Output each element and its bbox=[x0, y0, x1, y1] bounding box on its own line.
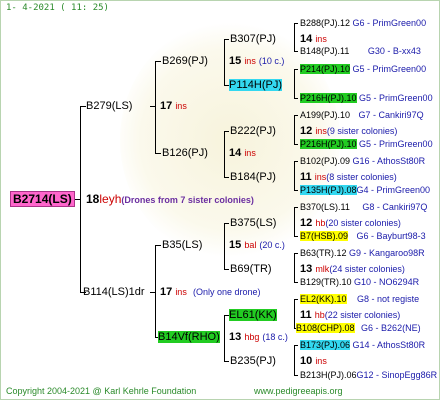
connector bbox=[224, 39, 225, 85]
grandparent-2-mating: 14 ins bbox=[229, 147, 256, 159]
connector bbox=[224, 131, 225, 177]
great-grandparent-7-mating: 11 hb(22 sister colonies) bbox=[300, 309, 401, 321]
connector bbox=[294, 345, 295, 375]
connector bbox=[294, 98, 298, 99]
connector bbox=[155, 245, 161, 246]
parent-1-mating: 17 ins bbox=[160, 100, 187, 112]
great-grandparent-1-mating: 14 ins bbox=[300, 33, 327, 45]
ancestor-row[interactable]: B63(TR).12 G9 - Kangaroo98R bbox=[300, 247, 425, 259]
ancestor-row[interactable]: P214(PJ).10 G5 - PrimGreen00 bbox=[300, 63, 426, 75]
connector bbox=[294, 207, 298, 208]
great-grandparent-2[interactable]: P114H(PJ) bbox=[229, 79, 282, 91]
great-grandparent-8-mating: 10 ins bbox=[300, 355, 327, 367]
connector bbox=[294, 299, 295, 328]
connector bbox=[150, 292, 155, 293]
connector bbox=[294, 69, 295, 98]
ancestor-row[interactable]: P216H(PJ).10 G5 - PrimGreen00 bbox=[300, 138, 433, 150]
great-grandparent-6-mating: 13 mlk(24 sister colonies) bbox=[300, 263, 405, 275]
root-mating: 18leyh(Drones from 7 sister colonies) bbox=[86, 192, 254, 206]
connector bbox=[294, 282, 298, 283]
grandparent-4[interactable]: B14Vf(RHO) bbox=[158, 331, 220, 343]
ancestor-row[interactable]: B7(HSB).09 G6 - Bayburt98-3 bbox=[300, 230, 426, 242]
great-grandparent-3-mating: 12 ins(9 sister colonies) bbox=[300, 125, 398, 137]
ancestor-row[interactable]: B213H(PJ).06G12 - SinopEgg86R bbox=[300, 369, 437, 381]
connector bbox=[294, 115, 295, 144]
connector bbox=[294, 253, 295, 282]
great-grandparent-4[interactable]: B184(PJ) bbox=[230, 171, 276, 183]
connector bbox=[155, 61, 161, 62]
parent-queen-2[interactable]: B114(LS)1dr bbox=[83, 286, 145, 298]
connector bbox=[294, 375, 298, 376]
connector bbox=[224, 223, 229, 224]
grandparent-2[interactable]: B126(PJ) bbox=[162, 147, 208, 159]
great-grandparent-3[interactable]: B222(PJ) bbox=[230, 125, 276, 137]
connector bbox=[155, 153, 161, 154]
connector bbox=[224, 177, 229, 178]
ancestor-row[interactable]: B288(PJ).12 G6 - PrimGreen00 bbox=[300, 17, 426, 29]
ancestor-row[interactable]: A199(PJ).10 G7 - Cankiri97Q bbox=[300, 109, 424, 121]
connector bbox=[224, 361, 229, 362]
copyright-text: Copyright 2004-2021 @ Karl Kehrle Founda… bbox=[6, 386, 197, 396]
parent-2-mating: 17 ins (Only one drone) bbox=[160, 286, 261, 298]
ancestor-row[interactable]: B173(PJ).06 G14 - AthosSt80R bbox=[300, 339, 425, 351]
connector bbox=[155, 245, 156, 337]
connector bbox=[150, 106, 155, 107]
connector bbox=[294, 144, 298, 145]
connector bbox=[294, 69, 298, 70]
ancestor-row[interactable]: B102(PJ).09 G16 - AthosSt80R bbox=[300, 155, 425, 167]
great-grandparent-1[interactable]: B307(PJ) bbox=[230, 33, 276, 45]
connector bbox=[224, 223, 225, 269]
connector bbox=[224, 315, 225, 361]
connector bbox=[294, 115, 298, 116]
parent-queen-1[interactable]: B279(LS) bbox=[86, 100, 132, 112]
ancestor-row[interactable]: B129(TR).10 G10 - NO6294R bbox=[300, 276, 419, 288]
footer: Copyright 2004-2021 @ Karl Kehrle Founda… bbox=[6, 386, 343, 396]
connector bbox=[294, 190, 298, 191]
connector bbox=[155, 61, 156, 153]
root-queen[interactable]: B2714(LS) bbox=[10, 191, 75, 207]
root-queen-name[interactable]: B2714(LS) bbox=[10, 191, 75, 207]
grandparent-3[interactable]: B35(LS) bbox=[162, 239, 202, 251]
ancestor-row[interactable]: P216H(PJ).10 G5 - PrimGreen00 bbox=[300, 92, 433, 104]
great-grandparent-7[interactable]: EL61(KK) bbox=[229, 309, 277, 321]
connector bbox=[294, 236, 298, 237]
connector bbox=[224, 39, 229, 40]
date-stamp: 1- 4-2021 ( 11: 25) bbox=[6, 3, 109, 13]
connector bbox=[294, 23, 295, 51]
ancestor-row[interactable]: B370(LS).11 G8 - Cankiri97Q bbox=[300, 201, 427, 213]
great-grandparent-4-mating: 11 ins(8 sister colonies) bbox=[300, 171, 397, 183]
connector bbox=[294, 23, 298, 24]
connector bbox=[294, 161, 298, 162]
site-link[interactable]: www.pedigreeapis.org bbox=[254, 386, 343, 396]
connector bbox=[224, 131, 229, 132]
connector bbox=[294, 51, 298, 52]
ancestor-row[interactable]: B108(CHP).08 G6 - B262(NE) bbox=[296, 322, 421, 334]
ancestor-row[interactable]: B148(PJ).11 G30 - B-xx43 bbox=[300, 45, 421, 57]
connector bbox=[74, 199, 80, 200]
connector bbox=[224, 269, 229, 270]
grandparent-1-mating: 15 ins (10 c.) bbox=[229, 55, 285, 67]
ancestor-row[interactable]: EL2(KK).10 G8 - not registe bbox=[300, 293, 419, 305]
connector bbox=[294, 299, 298, 300]
grandparent-3-mating: 15 bal (20 c.) bbox=[229, 239, 285, 251]
connector bbox=[80, 106, 81, 292]
connector bbox=[294, 161, 295, 190]
grandparent-4-mating: 13 hbg (18 c.) bbox=[229, 331, 288, 343]
great-grandparent-5[interactable]: B375(LS) bbox=[230, 217, 276, 229]
connector bbox=[294, 207, 295, 236]
connector bbox=[294, 253, 298, 254]
ancestor-row[interactable]: P135H(PJ).08G4 - PrimGreen00 bbox=[300, 184, 430, 196]
great-grandparent-5-mating: 12 hb(20 sister colonies) bbox=[300, 217, 401, 229]
great-grandparent-6[interactable]: B69(TR) bbox=[230, 263, 272, 275]
connector bbox=[294, 345, 298, 346]
grandparent-1[interactable]: B269(PJ) bbox=[162, 55, 208, 67]
great-grandparent-8[interactable]: B235(PJ) bbox=[230, 355, 276, 367]
